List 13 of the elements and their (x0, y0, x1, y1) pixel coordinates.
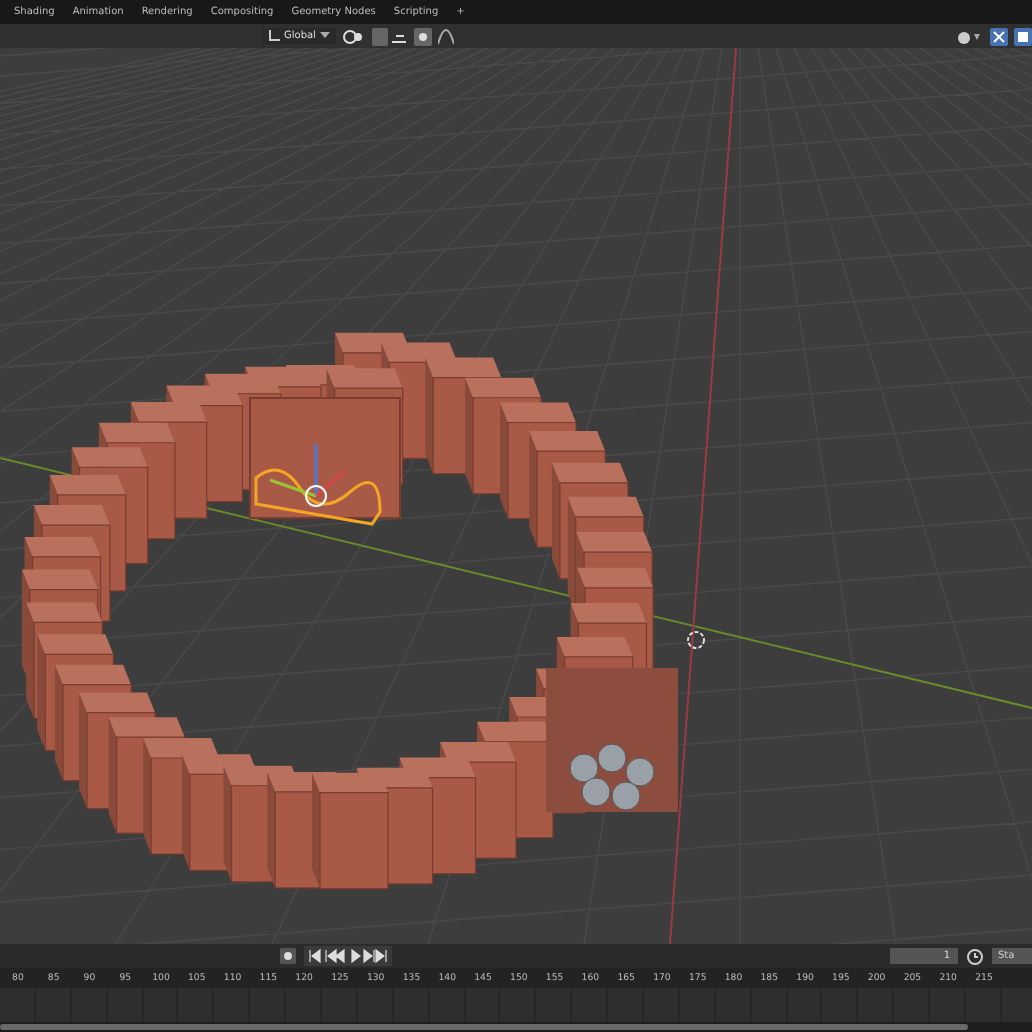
caret-icon (319, 32, 330, 40)
snap-icon[interactable] (371, 27, 408, 45)
stopwatch-icon[interactable] (966, 947, 984, 965)
falloff-icon[interactable] (437, 27, 454, 45)
timeline-scrollbar[interactable] (0, 1023, 968, 1029)
pivot-icon[interactable] (341, 27, 366, 45)
axes-icon (268, 30, 280, 42)
proportional-edit-icon[interactable] (413, 27, 432, 45)
gizmo-toggle-icon[interactable] (956, 27, 984, 45)
xray-icon[interactable] (1014, 27, 1032, 45)
record-icon[interactable] (280, 948, 296, 964)
playback-controls[interactable] (304, 946, 392, 966)
overlay-icon[interactable] (990, 27, 1008, 45)
